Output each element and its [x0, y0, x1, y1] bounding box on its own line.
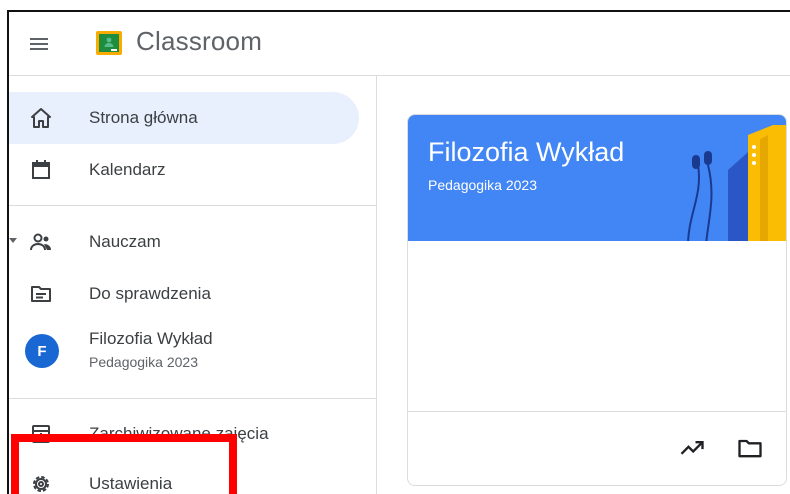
sidebar-item-label: Kalendarz	[89, 160, 166, 179]
to-review-icon	[31, 286, 51, 302]
sidebar-item-to-review[interactable]: Do sprawdzenia	[9, 268, 359, 320]
sidebar-item-settings[interactable]: Ustawienia	[9, 458, 359, 494]
sidebar-item-label: Do sprawdzenia	[89, 284, 211, 303]
sidebar-divider	[9, 398, 377, 399]
sidebar-item-home[interactable]: Strona główna	[9, 92, 359, 144]
course-card[interactable]: Filozofia Wykład Pedagogika 2023	[407, 114, 787, 486]
sidebar-item-teaching[interactable]: Nauczam	[9, 216, 359, 268]
top-bar: Classroom	[9, 12, 790, 76]
open-folder-button[interactable]	[736, 434, 764, 462]
class-name: Filozofia Wykład	[89, 329, 213, 348]
sidebar-divider	[9, 205, 377, 206]
class-section: Pedagogika 2023	[89, 354, 198, 370]
class-avatar: F	[25, 334, 59, 368]
banner-illustration	[687, 125, 786, 241]
sidebar-item-label: Nauczam	[89, 232, 161, 251]
folder-icon	[738, 439, 762, 458]
caret-down-icon[interactable]	[9, 237, 17, 245]
archive-icon	[32, 425, 50, 443]
sidebar: Strona główna Kalendarz Nauczam Do spraw…	[9, 76, 377, 494]
course-card-banner[interactable]: Filozofia Wykład Pedagogika 2023	[408, 115, 786, 241]
main-menu-button[interactable]	[27, 32, 51, 56]
sidebar-class-entry[interactable]: F Filozofia Wykład Pedagogika 2023	[9, 322, 359, 382]
app-window: Classroom Strona główna Kalendarz Naucza…	[7, 10, 790, 494]
people-icon	[30, 233, 51, 251]
hamburger-menu-icon	[30, 38, 48, 50]
sidebar-item-label: Strona główna	[89, 108, 198, 127]
course-card-footer	[408, 411, 786, 485]
classroom-logo-icon[interactable]	[95, 29, 123, 57]
open-gradebook-button[interactable]	[678, 434, 706, 462]
course-card-title[interactable]: Filozofia Wykład	[428, 137, 624, 168]
sidebar-item-label: Zarchiwizowane zajęcia	[89, 424, 269, 443]
sidebar-item-archived[interactable]: Zarchiwizowane zajęcia	[9, 408, 359, 460]
trending-up-icon	[680, 441, 704, 455]
course-card-section: Pedagogika 2023	[428, 177, 537, 193]
sidebar-item-label: Ustawienia	[89, 474, 173, 493]
app-title[interactable]: Classroom	[136, 26, 262, 57]
calendar-icon	[32, 160, 50, 179]
home-icon	[31, 108, 51, 128]
sidebar-item-calendar[interactable]: Kalendarz	[9, 144, 359, 196]
gear-icon	[33, 476, 49, 492]
